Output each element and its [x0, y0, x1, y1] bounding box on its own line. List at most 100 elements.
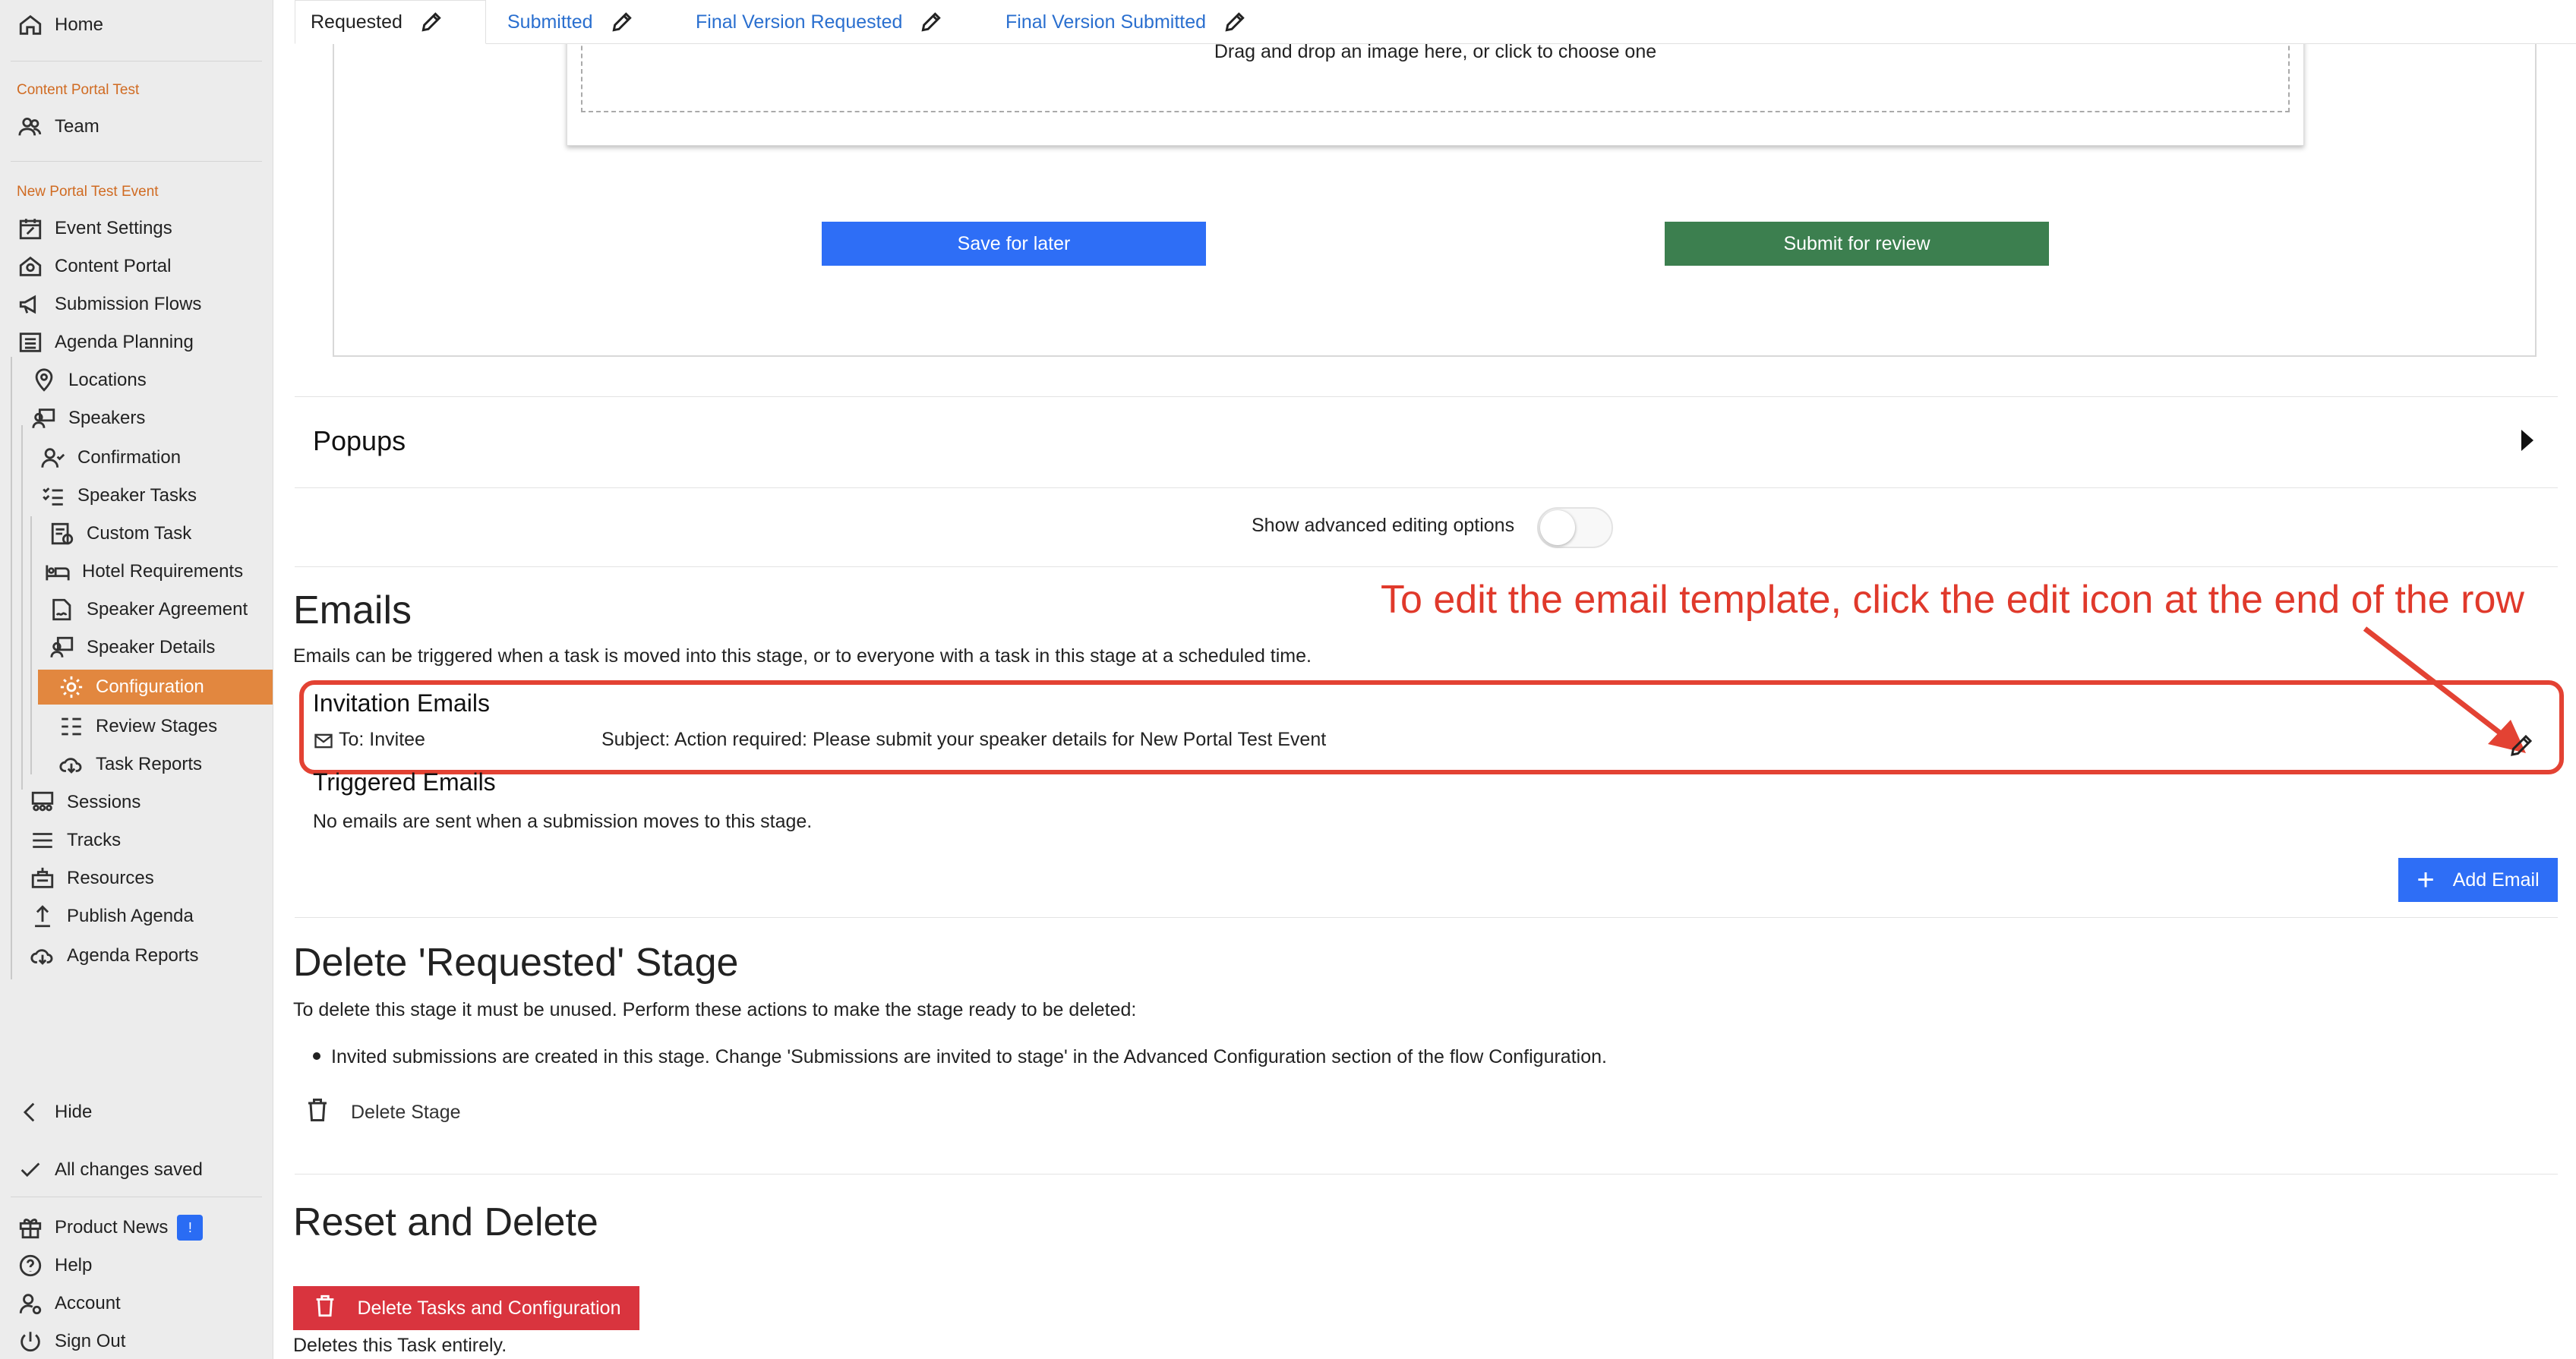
hide-sidebar-button[interactable]: Hide [0, 1095, 273, 1130]
divider [11, 161, 262, 162]
delete-stage-button[interactable]: Delete Stage [304, 1096, 461, 1129]
resources-icon [27, 863, 58, 894]
advanced-options-toggle[interactable] [1537, 507, 1613, 548]
portal-icon [15, 251, 46, 282]
sidebar-item-label: Review Stages [96, 716, 218, 736]
sidebar-item-locations[interactable]: Locations [0, 363, 273, 398]
sidebar-item-label: Home [55, 14, 104, 35]
expand-caret-icon[interactable] [2521, 430, 2533, 451]
plus-icon: + [2417, 863, 2435, 897]
task-list-icon [38, 481, 68, 511]
review-stages-icon [56, 711, 87, 742]
home-icon [15, 10, 46, 40]
edit-pencil-icon[interactable] [919, 10, 943, 34]
sidebar-item-label: Speaker Tasks [77, 485, 197, 506]
sign-out-label: Sign Out [55, 1331, 126, 1351]
sidebar-item-sessions[interactable]: Sessions [0, 785, 273, 820]
location-pin-icon [29, 365, 59, 396]
sidebar-item-team[interactable]: Team [0, 109, 273, 144]
tab-requested[interactable]: Requested [295, 0, 486, 44]
sidebar-item-label: Team [55, 116, 99, 137]
sidebar-item-label: Event Settings [55, 218, 172, 238]
tab-label: Requested [311, 11, 402, 33]
edit-pencil-icon[interactable] [1223, 10, 1247, 34]
annotation-highlight-box [299, 680, 2564, 774]
sidebar-item-agenda-planning[interactable]: Agenda Planning [0, 325, 273, 360]
sidebar-item-label: Agenda Reports [67, 945, 199, 966]
tab-final-version-submitted[interactable]: Final Version Submitted [990, 0, 1262, 44]
tab-label: Final Version Submitted [1005, 11, 1207, 33]
product-news-label: Product News [55, 1217, 169, 1238]
sidebar-item-speakers[interactable]: Speakers [0, 401, 273, 436]
sidebar-item-label: Locations [68, 370, 147, 390]
triggered-emails-empty-text: No emails are sent when a submission mov… [313, 811, 813, 832]
gift-icon [15, 1212, 46, 1243]
help-label: Help [55, 1255, 93, 1275]
sidebar-item-speaker-details[interactable]: Speaker Details [0, 630, 273, 665]
list-icon [15, 327, 46, 358]
emails-heading: Emails [293, 588, 412, 632]
sidebar-item-label: Hotel Requirements [82, 561, 244, 582]
sidebar-item-label: Publish Agenda [67, 906, 194, 926]
sidebar-item-review-stages[interactable]: Review Stages [0, 709, 273, 744]
emails-description: Emails can be triggered when a task is m… [293, 645, 1312, 667]
sidebar-item-label: Custom Task [87, 523, 192, 544]
image-upload-card: Drag and drop an image here, or click to… [567, 30, 2304, 146]
sidebar-item-content-portal[interactable]: Content Portal [0, 249, 273, 284]
sidebar-item-label: Agenda Planning [55, 332, 194, 352]
sidebar-item-submission-flows[interactable]: Submission Flows [0, 287, 273, 322]
sign-out-link[interactable]: Sign Out [0, 1324, 273, 1359]
submit-for-review-button[interactable]: Submit for review [1665, 222, 2049, 266]
sidebar-item-label: Resources [67, 868, 154, 888]
calendar-edit-icon [15, 213, 46, 244]
sidebar-item-task-reports[interactable]: Task Reports [0, 747, 273, 782]
publish-icon [27, 901, 58, 932]
sidebar-item-tracks[interactable]: Tracks [0, 823, 273, 858]
help-link[interactable]: Help [0, 1248, 273, 1283]
sidebar-item-agenda-reports[interactable]: Agenda Reports [0, 938, 273, 973]
help-icon [15, 1250, 46, 1281]
sidebar-item-speaker-agreement[interactable]: Speaker Agreement [0, 592, 273, 627]
trash-icon [304, 1096, 351, 1129]
sidebar-item-configuration[interactable]: Configuration [38, 670, 273, 705]
sidebar-item-custom-task[interactable]: Custom Task [0, 516, 273, 551]
delete-stage-label: Delete Stage [351, 1102, 461, 1123]
product-news-link[interactable]: Product News ! [0, 1210, 273, 1245]
delete-stage-requirement: Invited submissions are created in this … [331, 1046, 1607, 1067]
advanced-options-label: Show advanced editing options [1252, 515, 1515, 536]
edit-pencil-icon[interactable] [610, 10, 634, 34]
save-status-label: All changes saved [55, 1159, 203, 1180]
sidebar-item-resources[interactable]: Resources [0, 861, 273, 896]
custom-task-icon [47, 519, 77, 549]
sidebar-item-label: Submission Flows [55, 294, 202, 314]
sidebar-item-label: Configuration [96, 676, 204, 697]
invitation-emails-heading: Invitation Emails [313, 689, 490, 717]
sidebar-item-home[interactable]: Home [0, 8, 273, 43]
sidebar-item-publish-agenda[interactable]: Publish Agenda [0, 899, 273, 934]
delete-tasks-label: Delete Tasks and Configuration [357, 1297, 621, 1319]
edit-pencil-icon[interactable] [419, 10, 444, 34]
sidebar-item-label: Speaker Agreement [87, 599, 248, 620]
popups-heading[interactable]: Popups [313, 425, 406, 457]
sidebar-item-confirmation[interactable]: Confirmation [0, 440, 273, 475]
sidebar-item-speaker-tasks[interactable]: Speaker Tasks [0, 478, 273, 513]
sidebar-item-event-settings[interactable]: Event Settings [0, 211, 273, 246]
save-for-later-button[interactable]: Save for later [822, 222, 1206, 266]
add-email-button[interactable]: + Add Email [2398, 858, 2558, 902]
delete-task-note: Deletes this Task entirely. [293, 1335, 507, 1356]
reset-delete-heading: Reset and Delete [293, 1200, 598, 1244]
tab-submitted[interactable]: Submitted [492, 0, 649, 44]
org-label: Content Portal Test [17, 82, 140, 98]
sidebar-item-hotel-requirements[interactable]: Hotel Requirements [0, 554, 273, 589]
bed-icon [43, 557, 73, 587]
divider [295, 917, 2558, 918]
tab-final-version-requested[interactable]: Final Version Requested [680, 0, 958, 44]
annotation-text: To edit the email template, click the ed… [1381, 578, 2524, 622]
divider [295, 487, 2558, 488]
edit-email-pencil-icon[interactable] [2508, 732, 2535, 759]
account-link[interactable]: Account [0, 1286, 273, 1321]
email-subject: Subject: Action required: Please submit … [601, 729, 1327, 750]
sidebar-item-label: Speaker Details [87, 637, 216, 657]
sidebar-item-label: Task Reports [96, 754, 203, 774]
delete-tasks-configuration-button[interactable]: Delete Tasks and Configuration [293, 1286, 639, 1330]
